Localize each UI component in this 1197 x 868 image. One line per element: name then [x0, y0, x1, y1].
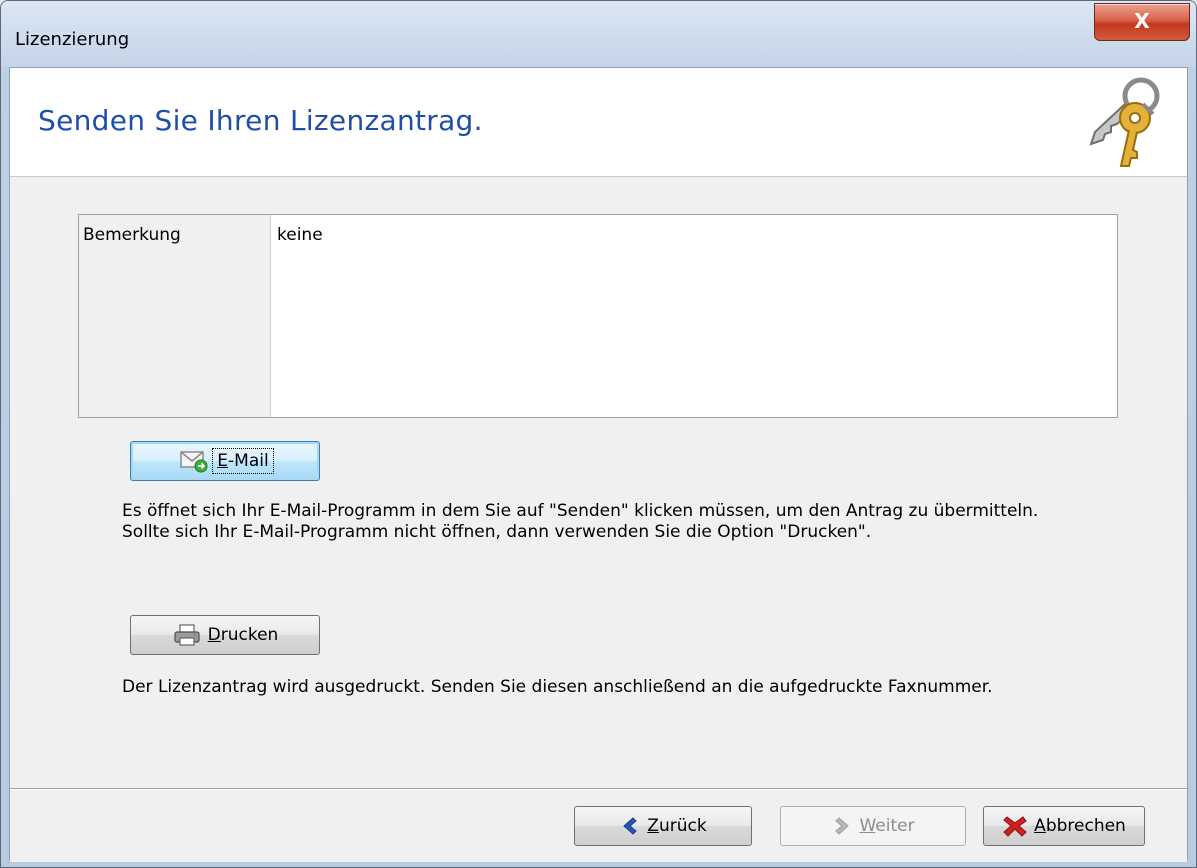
close-icon: X — [1134, 9, 1150, 33]
remark-label: Bemerkung — [79, 215, 271, 417]
wizard-header: Senden Sie Ihren Lizenzantrag. — [10, 68, 1187, 177]
title-bar[interactable]: Lizenzierung X — [1, 1, 1196, 67]
print-button-label: Drucken — [207, 625, 279, 645]
email-icon — [180, 451, 208, 473]
dialog-window: Lizenzierung X Senden Sie Ihren Lizenzan… — [0, 0, 1197, 868]
back-button[interactable]: Zurück — [574, 806, 752, 846]
email-description: Es öffnet sich Ihr E-Mail-Programm in de… — [122, 501, 1039, 542]
back-button-label: Zurück — [647, 816, 707, 836]
cancel-button[interactable]: Abbrechen — [983, 806, 1145, 846]
window-title: Lizenzierung — [15, 29, 130, 50]
next-button[interactable]: Weiter — [780, 806, 966, 846]
printer-icon — [174, 624, 200, 646]
next-button-label: Weiter — [859, 816, 915, 836]
remark-field[interactable]: keine — [271, 215, 1117, 417]
remark-table: Bemerkung keine — [78, 214, 1118, 418]
cancel-button-label: Abbrechen — [1034, 816, 1126, 836]
chevron-left-icon — [623, 817, 638, 835]
chevron-right-icon — [835, 817, 850, 835]
print-description: Der Lizenzantrag wird ausgedruckt. Sende… — [122, 677, 993, 697]
email-button[interactable]: E-Mail — [130, 441, 320, 481]
close-button[interactable]: X — [1094, 3, 1190, 41]
dialog-client-area: Senden Sie Ihren Lizenzantrag. Bemerkung… — [9, 67, 1188, 862]
print-button[interactable]: Drucken — [130, 615, 320, 655]
cancel-icon — [1003, 816, 1027, 837]
page-title: Senden Sie Ihren Lizenzantrag. — [38, 104, 483, 137]
email-button-label: E-Mail — [212, 448, 274, 474]
wizard-footer: Zurück Weiter Abbrechen — [10, 790, 1187, 862]
keys-icon — [1089, 77, 1160, 167]
